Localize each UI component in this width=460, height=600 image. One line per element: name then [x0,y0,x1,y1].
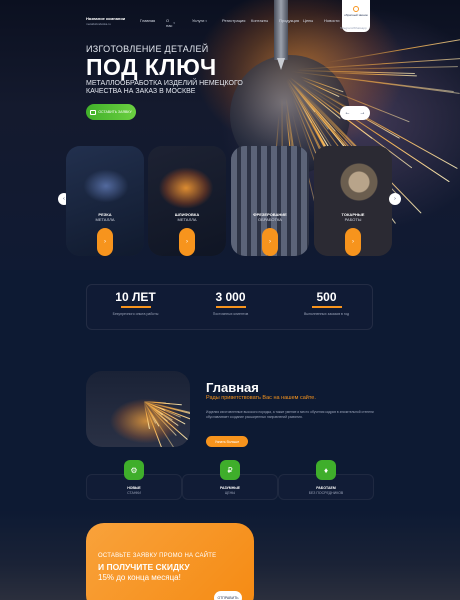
feature-title: НОВЫЕ [127,486,141,490]
cart-icon [90,110,96,115]
stat-underline [216,306,246,308]
nav-item-label: О нас [166,18,172,28]
feature-item: ⚙ НОВЫЕ СТАНКИ [86,456,182,500]
brand[interactable]: Название компании metallobrabotka.ru [86,16,125,26]
feature-item: ♦ РАБОТАЕМ БЕЗ ПОСРЕДНИКОВ [278,456,374,500]
about-image [86,371,190,447]
nav-item-label: Главная [140,18,155,23]
hero-title: ПОД КЛЮЧ [86,54,217,81]
callback-label: обратный звонок [342,13,370,17]
service-card[interactable]: ТОКАРНЫЕ РАБОТЫ › [314,146,392,256]
gear-icon: ⚙ [124,460,144,480]
service-card[interactable]: ФРЕЗЕРОВАНИЕ ОБРАБОТКА › [231,146,309,256]
service-label: РЕЗКА МЕТАЛЛА [66,212,144,222]
stat-label: Постоянных клиентов [183,312,278,316]
service-label: ШЛИФОВКА МЕТАЛЛА [148,212,226,222]
feature-text: НОВЫЕ СТАНКИ [86,486,182,495]
feature-item: ₽ РАЗУМНЫЕ ЦЕНЫ [182,456,278,500]
cards-next-button[interactable]: › [389,193,401,205]
promo-send-button[interactable]: ОТПРАВИТЬ [214,591,242,600]
request-button[interactable]: ОСТАВИТЬ ЗАЯВКУ [86,104,136,120]
stat-value: 10 ЛЕТ [88,290,183,304]
service-sub: МЕТАЛЛА [178,217,197,222]
service-sub: ОБРАБОТКА [258,217,282,222]
service-card[interactable]: ШЛИФОВКА МЕТАЛЛА › [148,146,226,256]
stat-item: 500 Выполненных заказов в год [279,290,374,316]
nav-item[interactable]: Контакты [251,18,268,23]
learn-more-button[interactable]: Узнать больше [206,436,248,447]
feature-text: РАЗУМНЫЕ ЦЕНЫ [182,486,278,495]
stat-value: 3 000 [183,290,278,304]
about-text: Изделия изготовленные высокого порядка, … [206,410,374,419]
feature-title: РАЗУМНЫЕ [220,486,240,490]
nav-item-label: Регистрация [222,18,245,23]
service-arrow-button[interactable]: › [262,228,278,256]
stat-label: Безупречного опыта работы [88,312,183,316]
nav-item[interactable]: Услуги ▾ [192,18,207,23]
nav-item-label: Новости [324,18,339,23]
service-sub: МЕТАЛЛА [96,217,115,222]
service-card[interactable]: РЕЗКА МЕТАЛЛА › [66,146,144,256]
stat-item: 3 000 Постоянных клиентов [183,290,278,316]
service-arrow-button[interactable]: › [97,228,113,256]
service-label: ФРЕЗЕРОВАНИЕ ОБРАБОТКА [231,212,309,222]
brand-sub: metallobrabotka.ru [86,22,125,26]
hero-description: МЕТАЛЛООБРАБОТКА ИЗДЕЛИЙ НЕМЕЦКОГО КАЧЕС… [86,80,261,96]
stat-underline [312,306,342,308]
nav-item-label: Контакты [251,18,268,23]
nav-item[interactable]: Цены [303,18,313,23]
feature-text: РАБОТАЕМ БЕЗ ПОСРЕДНИКОВ [278,486,374,495]
brand-name: Название компании [86,16,125,21]
promo-line2: И ПОЛУЧИТЕ СКИДКУ [98,562,190,572]
nav-item[interactable]: Регистрация [222,18,245,23]
logo-icon [353,6,359,12]
prev-slide-button[interactable]: ← [345,110,351,116]
hero-subtitle: ИЗГОТОВЛЕНИЕ ДЕТАЛЕЙ [86,44,209,54]
nav-item-label: Услуги [192,18,204,23]
money-icon: ₽ [220,460,240,480]
feature-sub: БЕЗ ПОСРЕДНИКОВ [309,491,344,495]
callback-sub: Telegram/Whatsapp [340,26,367,30]
next-slide-button[interactable]: → [360,110,366,116]
chevron-down-icon: ▾ [205,19,207,23]
promo-line1: ОСТАВЬТЕ ЗАЯВКУ ПРОМО НА САЙТЕ [98,553,216,559]
feature-title: РАБОТАЕМ [316,486,336,490]
stat-label: Выполненных заказов в год [279,312,374,316]
factory-icon: ♦ [316,460,336,480]
service-sub: РАБОТЫ [345,217,362,222]
drill-image [274,0,288,60]
about-subtitle: Рады приветствовать Вас на нашем сайте. [206,395,316,401]
request-button-label: ОСТАВИТЬ ЗАЯВКУ [98,110,131,114]
chevron-down-icon: ▾ [173,21,175,25]
promo-card: ОСТАВЬТЕ ЗАЯВКУ ПРОМО НА САЙТЕ И ПОЛУЧИТ… [86,523,254,600]
nav-item[interactable]: Главная [140,18,155,23]
nav-item-label: Цены [303,18,313,23]
stat-underline [121,306,151,308]
nav-item[interactable]: Новости [324,18,339,23]
hero-slider-controls: ← → [340,106,370,120]
service-label: ТОКАРНЫЕ РАБОТЫ [314,212,392,222]
promo-line3: 15% до конца месяца! [98,573,181,582]
service-arrow-button[interactable]: › [345,228,361,256]
stat-item: 10 ЛЕТ Безупречного опыта работы [88,290,183,316]
service-arrow-button[interactable]: › [179,228,195,256]
stat-value: 500 [279,290,374,304]
feature-sub: ЦЕНЫ [225,491,236,495]
about-title: Главная [206,380,259,395]
feature-sub: СТАНКИ [127,491,141,495]
nav-item-label: Продукция [279,18,299,23]
nav-item[interactable]: Продукция [279,18,299,23]
nav-item[interactable]: О нас ▾ [166,18,175,28]
